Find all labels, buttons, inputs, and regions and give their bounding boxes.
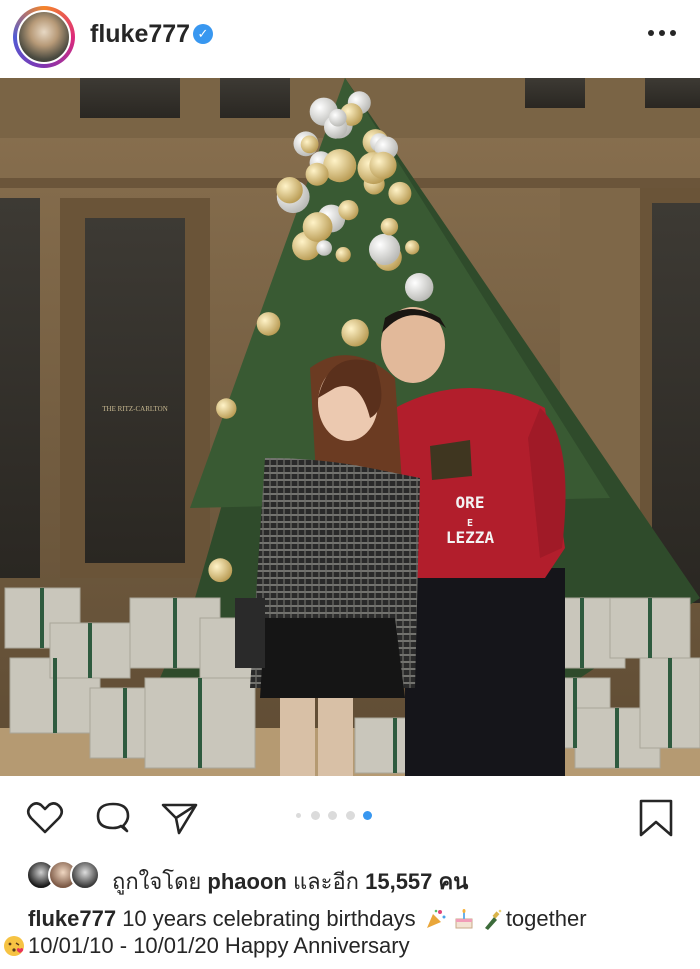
- avatar-image: [17, 10, 71, 64]
- tree-ornament: [341, 319, 369, 347]
- tree-ornament: [388, 181, 412, 205]
- more-options-icon[interactable]: [648, 30, 676, 38]
- tree-ornament: [369, 233, 401, 265]
- caption-line1: 10 years celebrating birthdays: [122, 906, 416, 931]
- carousel-dot-active: [363, 811, 372, 820]
- carousel-dot: [328, 811, 337, 820]
- caption-line2: 10/01/10 - 10/01/20 Happy Anniversary: [28, 933, 410, 958]
- tree-ornament: [276, 177, 303, 204]
- tree-ornament: [208, 558, 233, 583]
- carousel-dot: [346, 811, 355, 820]
- champagne-bottle-icon: [484, 909, 502, 930]
- tree-ornament: [305, 162, 329, 186]
- caption-username[interactable]: fluke777: [28, 906, 116, 931]
- heart-icon[interactable]: [25, 798, 65, 838]
- likes-prefix: ถูกใจโดย: [112, 869, 202, 894]
- tree-ornament: [369, 151, 397, 179]
- profile-avatar[interactable]: [13, 6, 75, 68]
- party-popper-icon: [426, 909, 446, 928]
- likes-count[interactable]: ถูกใจโดย phaoon และอีก 15,557 คน: [112, 864, 468, 899]
- sweater-text-3: LEZZA: [446, 528, 495, 547]
- tree-ornament: [302, 212, 333, 242]
- likes-row: ถูกใจโดย phaoon และอีก 15,557 คน: [0, 860, 700, 896]
- tree-ornament: [316, 240, 333, 256]
- likes-suffix: คน: [438, 869, 469, 894]
- likes-middle: และอีก: [292, 869, 359, 894]
- birthday-cake-icon: [455, 909, 473, 929]
- comment-icon[interactable]: [93, 798, 133, 838]
- likes-number: 15,557: [365, 869, 433, 894]
- tree-ornament: [405, 240, 420, 255]
- tree-ornament: [300, 135, 319, 154]
- caption-line1-end: together: [505, 906, 587, 931]
- kissing-face-icon: [4, 936, 24, 956]
- carousel-dot: [296, 813, 301, 818]
- sweater-text-1: ORE: [456, 493, 485, 512]
- tree-ornament: [405, 273, 434, 302]
- tree-ornament: [216, 398, 237, 419]
- post-username[interactable]: fluke777: [90, 20, 190, 49]
- bookmark-icon[interactable]: [636, 798, 676, 838]
- carousel-dot: [311, 811, 320, 820]
- tree-ornament: [256, 312, 281, 336]
- tree-ornament: [329, 108, 347, 127]
- tree-ornament: [335, 247, 351, 263]
- send-icon[interactable]: [160, 798, 200, 838]
- likes-first-user[interactable]: phaoon: [207, 869, 286, 894]
- post-photo[interactable]: THE RITZ-CARLTON ORE E LEZZA: [0, 78, 700, 776]
- liker-avatar[interactable]: [70, 860, 100, 890]
- post-header: fluke777 ✓: [0, 0, 700, 78]
- post-caption: fluke777 10 years celebrating birthdays …: [4, 905, 688, 959]
- tree-ornament: [380, 218, 399, 236]
- tree-ornament: [338, 200, 359, 221]
- hotel-sign-text: THE RITZ-CARLTON: [102, 405, 168, 413]
- verified-badge-icon: ✓: [193, 24, 213, 44]
